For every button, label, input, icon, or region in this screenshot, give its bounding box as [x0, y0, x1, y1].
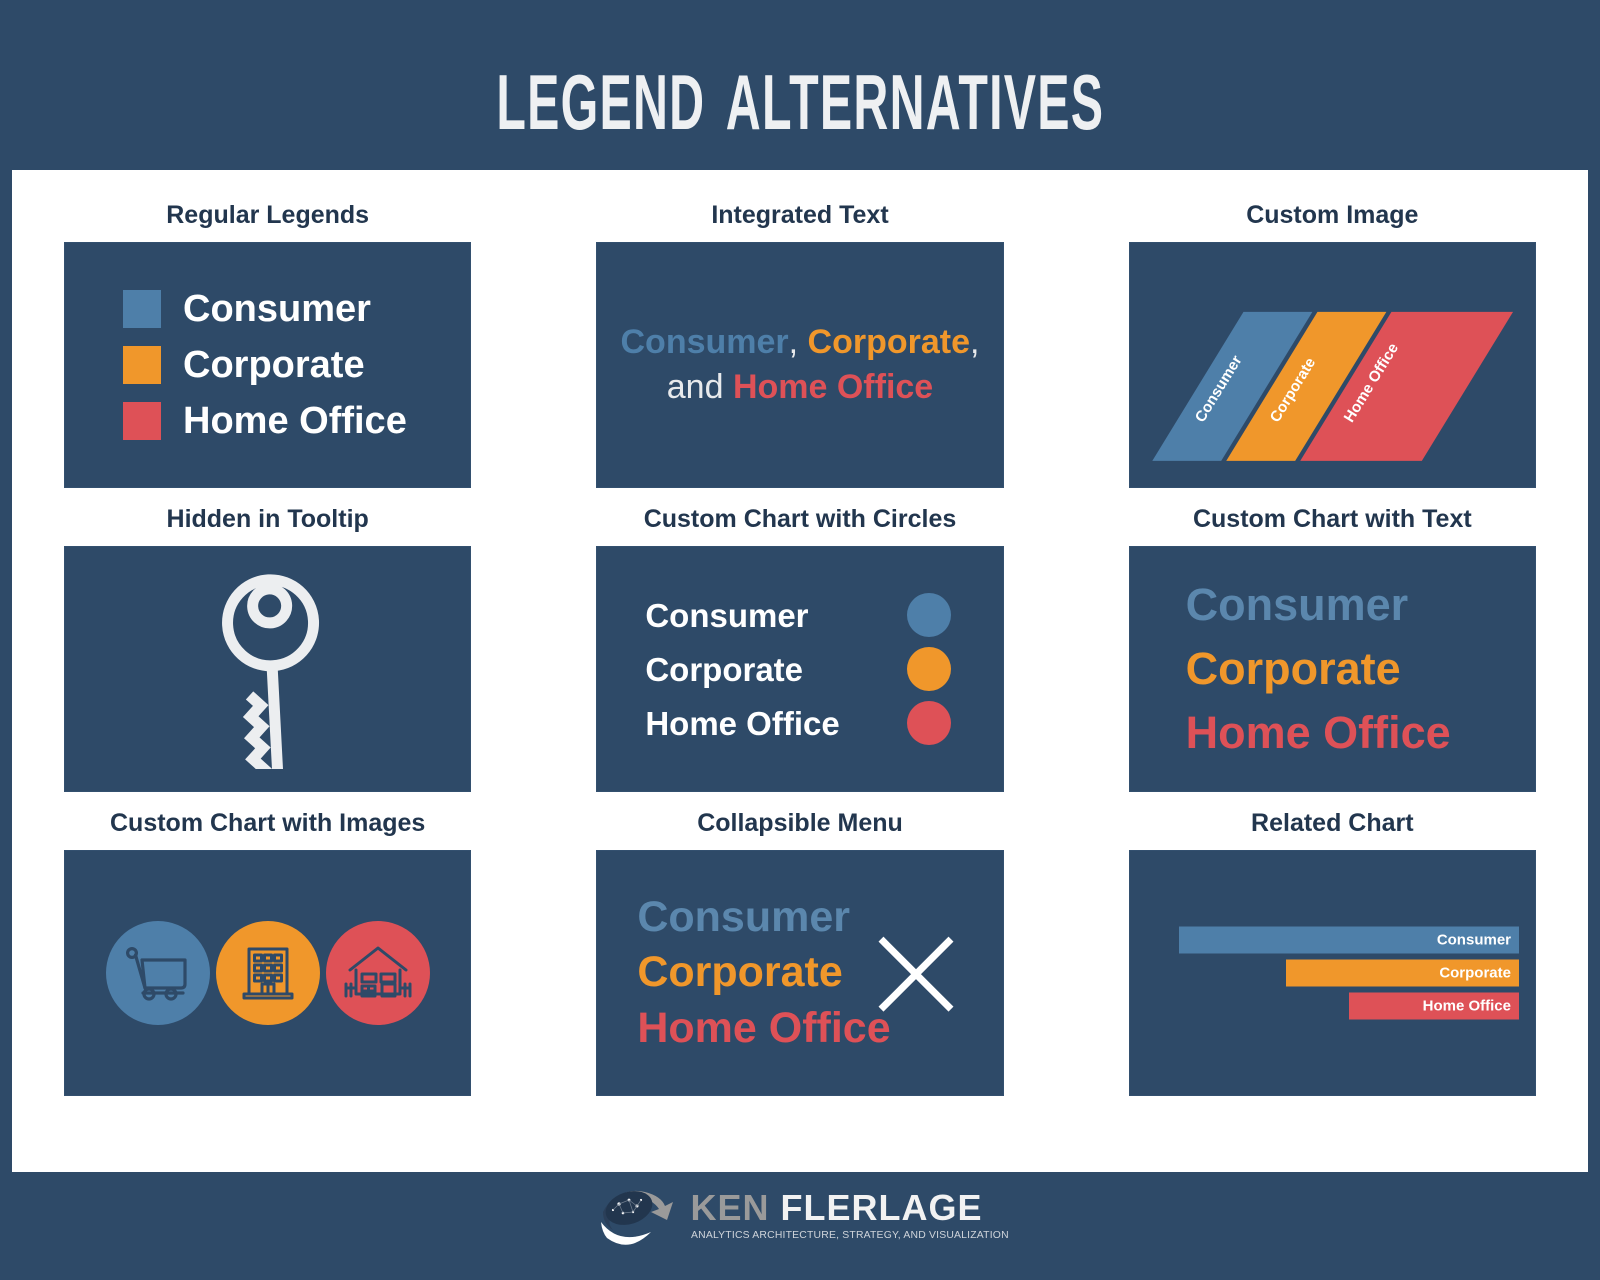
text-legend-list: Consumer Corporate Home Office [1130, 547, 1535, 791]
logo-swoosh-icon [600, 1190, 673, 1245]
panel-related-chart: Consumer Corporate Home Office [1128, 850, 1536, 1096]
panel-title-custom-chart-images: Custom Chart with Images [110, 809, 426, 837]
panel-custom-chart-images [64, 850, 472, 1096]
image-legend-item-home-office[interactable] [325, 921, 430, 1025]
collapsible-menu: Consumer Corporate Home Office [597, 851, 1002, 1095]
panel-title-custom-image: Custom Image [1246, 201, 1419, 229]
panel-title-hidden-in-tooltip: Hidden in Tooltip [166, 505, 369, 533]
office-building-icon [242, 947, 294, 1000]
circle-legend-list: Consumer Corporate Home Office [645, 588, 951, 750]
text-legend-corporate[interactable]: Corporate [1186, 637, 1535, 701]
integrated-home-office: Home Office [732, 368, 934, 406]
logo-text: KEN FLERLAGE ANALYTICS ARCHITECTURE, STR… [690, 1186, 1012, 1241]
legend-item[interactable]: Corporate [123, 337, 407, 393]
close-x-icon[interactable] [873, 931, 959, 1017]
cell-custom-image: Custom Image Consumer Corporate Home Off… [1128, 184, 1536, 488]
cell-integrated-text: Integrated Text Consumer, Corporate, and… [596, 184, 1004, 488]
cell-regular-legends: Regular Legends Consumer Corporate Home … [64, 184, 472, 488]
integrated-sep-2: , [970, 323, 980, 362]
panel-custom-chart-text: Consumer Corporate Home Office [1128, 546, 1536, 792]
legend-swatch-home-office [123, 402, 161, 440]
key-icon [221, 574, 319, 769]
panel-title-custom-chart-circles: Custom Chart with Circles [643, 505, 957, 533]
cell-hidden-in-tooltip: Hidden in Tooltip [64, 488, 472, 792]
logo-second-word: FLERLAGE [780, 1186, 983, 1228]
diagonal-bands-graphic: Consumer Corporate Home Office [1151, 311, 1513, 461]
header-band: Legend Alternatives [12, 12, 1588, 170]
legend-swatch-consumer [123, 290, 161, 328]
integrated-consumer: Consumer [620, 323, 789, 362]
panel-title-custom-chart-text: Custom Chart with Text [1192, 505, 1472, 533]
circle-label-corporate: Corporate [645, 650, 804, 688]
panel-hidden-in-tooltip [64, 546, 472, 792]
bar-label-corporate: Corporate [1439, 964, 1511, 982]
integrated-sentence: Consumer, Corporate, and Home Office [619, 320, 980, 410]
house-icon [344, 946, 412, 998]
integrated-conjunction: and [666, 368, 733, 406]
related-bar-chart: Consumer Corporate Home Office [1150, 926, 1519, 1020]
footer-band: KEN FLERLAGE ANALYTICS ARCHITECTURE, STR… [12, 1172, 1588, 1258]
circle-legend-item[interactable]: Corporate [645, 642, 951, 696]
legend-label-corporate: Corporate [183, 344, 365, 386]
key-icon-wrap [65, 547, 470, 791]
bar-row: Home Office [1150, 992, 1519, 1020]
legend-swatch-corporate [123, 346, 161, 384]
circle-legend-item[interactable]: Home Office [645, 696, 951, 750]
page-title: Legend Alternatives [496, 28, 1104, 153]
circle-dot-home-office [906, 701, 951, 745]
legend-label-consumer: Consumer [183, 288, 371, 330]
logo-tagline: ANALYTICS ARCHITECTURE, STRATEGY, AND VI… [690, 1228, 1009, 1241]
bar-row: Corporate [1150, 959, 1519, 987]
cell-collapsible-menu: Collapsible Menu Consumer Corporate Home… [596, 792, 1004, 1096]
image-legend-item-consumer[interactable] [105, 921, 210, 1025]
close-x-icon-wrap[interactable] [873, 931, 959, 1022]
panel-title-integrated-text: Integrated Text [711, 201, 889, 229]
logo-wordmark: KEN FLERLAGE [690, 1186, 1012, 1228]
image-legend-item-corporate[interactable] [215, 921, 320, 1025]
text-legend-home-office[interactable]: Home Office [1186, 701, 1535, 765]
integrated-corporate: Corporate [807, 323, 971, 362]
shopping-cart-icon [125, 946, 187, 1001]
circle-legend-item[interactable]: Consumer [645, 588, 951, 642]
legend-item[interactable]: Consumer [123, 281, 407, 337]
menu-item-consumer[interactable]: Consumer [637, 890, 890, 945]
cell-custom-chart-circles: Custom Chart with Circles Consumer Corpo… [596, 488, 1004, 792]
menu-item-home-office[interactable]: Home Office [637, 1001, 890, 1056]
cell-custom-chart-text: Custom Chart with Text Consumer Corporat… [1128, 488, 1536, 792]
circle-dot-corporate [906, 647, 951, 691]
bar-home-office[interactable]: Home Office [1349, 992, 1519, 1020]
text-legend-consumer[interactable]: Consumer [1186, 573, 1535, 637]
menu-item-list: Consumer Corporate Home Office [637, 890, 890, 1055]
circle-label-consumer: Consumer [645, 596, 809, 634]
legend-label-home-office: Home Office [183, 400, 407, 442]
brand-logo[interactable]: KEN FLERLAGE ANALYTICS ARCHITECTURE, STR… [589, 1182, 1012, 1248]
cell-custom-chart-images: Custom Chart with Images [64, 792, 472, 1096]
bar-consumer[interactable]: Consumer [1179, 926, 1519, 954]
panel-custom-chart-circles: Consumer Corporate Home Office [596, 546, 1004, 792]
panel-regular-legends: Consumer Corporate Home Office [64, 242, 472, 488]
panel-collapsible-menu: Consumer Corporate Home Office [596, 850, 1004, 1096]
panel-title-collapsible-menu: Collapsible Menu [697, 809, 903, 837]
legend-list: Consumer Corporate Home Office [123, 281, 407, 449]
integrated-text-block: Consumer, Corporate, and Home Office [597, 243, 1002, 487]
image-legend-list [65, 851, 470, 1095]
bar-corporate[interactable]: Corporate [1286, 959, 1519, 987]
panel-integrated-text: Consumer, Corporate, and Home Office [596, 242, 1004, 488]
circle-dot-consumer [906, 593, 951, 637]
panel-title-related-chart: Related Chart [1251, 809, 1414, 837]
panel-title-regular-legends: Regular Legends [166, 201, 370, 229]
circle-label-home-office: Home Office [645, 704, 840, 742]
logo-first-word: KEN [690, 1186, 770, 1228]
menu-item-corporate[interactable]: Corporate [637, 945, 890, 1000]
cell-related-chart: Related Chart Consumer Corporate Home Of… [1128, 792, 1536, 1096]
bar-row: Consumer [1150, 926, 1519, 954]
poster: Legend Alternatives Regular Legends Cons… [0, 0, 1600, 1280]
integrated-sep-1: , [788, 323, 808, 362]
panel-grid: Regular Legends Consumer Corporate Home … [64, 184, 1536, 1152]
panel-custom-image: Consumer Corporate Home Office [1128, 242, 1536, 488]
bar-label-home-office: Home Office [1422, 997, 1511, 1015]
content-board: Regular Legends Consumer Corporate Home … [12, 170, 1588, 1172]
legend-item[interactable]: Home Office [123, 393, 407, 449]
bar-label-consumer: Consumer [1436, 931, 1511, 949]
